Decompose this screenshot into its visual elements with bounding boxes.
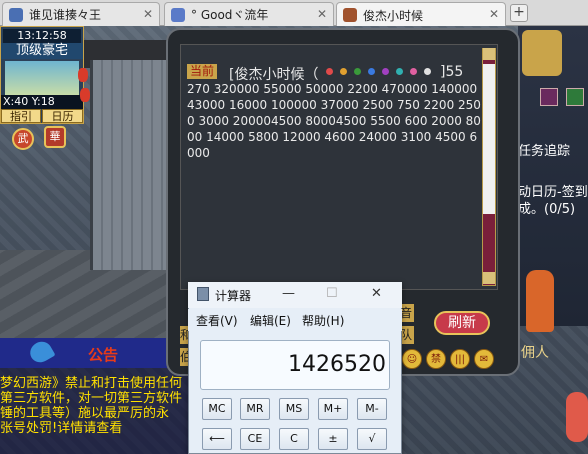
sqrt-button[interactable]: √ xyxy=(357,428,387,450)
location-picture xyxy=(5,61,79,95)
player-portrait[interactable] xyxy=(522,30,562,76)
menu-help[interactable]: 帮助(H) xyxy=(302,312,344,329)
tab-label: ° Goodヾ流年 xyxy=(191,8,269,22)
refresh-button[interactable]: 刷新 xyxy=(434,311,490,335)
npc-servant[interactable] xyxy=(526,270,554,332)
calculator-icon xyxy=(197,287,209,301)
mc-button[interactable]: MC xyxy=(202,398,232,420)
hua-button[interactable]: 華 xyxy=(44,126,66,148)
scroll-up-button[interactable] xyxy=(483,48,495,60)
scroll-thumb[interactable] xyxy=(483,64,495,214)
minimize-button[interactable]: — xyxy=(282,286,295,301)
wu-button[interactable]: 武 xyxy=(12,128,34,150)
gem-icon xyxy=(382,68,389,75)
menu-view[interactable]: 查看(V) xyxy=(196,312,238,329)
channel-tag: 当前 xyxy=(187,64,218,79)
browser-tab-1[interactable]: 谁见谁揍々王 ✕ xyxy=(2,2,160,26)
announcement-text: 梦幻西游》禁止和打击使用任何 第三方软件，对一切第三方软件 锤的工具等）施以最严… xyxy=(0,376,183,436)
m-plus-button[interactable]: M+ xyxy=(318,398,348,420)
close-button[interactable]: ✕ xyxy=(371,286,382,301)
ce-button[interactable]: CE xyxy=(240,428,270,450)
calendar-button[interactable]: 日历 xyxy=(42,109,83,123)
character-avatar-icon xyxy=(9,7,23,22)
bars-icon[interactable]: ||| xyxy=(450,349,470,369)
ms-button[interactable]: MS xyxy=(279,398,309,420)
tab-label: 谁见谁揍々王 xyxy=(29,8,102,22)
character-avatar-icon xyxy=(343,8,357,22)
maximize-button[interactable]: ☐ xyxy=(326,286,338,301)
right-menu-icon[interactable] xyxy=(540,88,558,106)
m-minus-button[interactable]: M- xyxy=(357,398,387,420)
gem-icon xyxy=(340,68,347,75)
browser-tab-2[interactable]: ° Goodヾ流年 ✕ xyxy=(164,2,334,26)
close-icon[interactable]: ✕ xyxy=(143,7,153,21)
browser-tab-bar: 谁见谁揍々王 ✕ ° Goodヾ流年 ✕ 俊杰小时候 ✕ + xyxy=(0,0,588,27)
new-tab-button[interactable]: + xyxy=(510,4,528,22)
scroll-down-button[interactable] xyxy=(483,272,495,284)
browser-tab-3[interactable]: 俊杰小时候 ✕ xyxy=(336,2,506,27)
gem-icon xyxy=(410,68,417,75)
backspace-button[interactable]: ⟵ xyxy=(202,428,232,450)
close-icon[interactable]: ✕ xyxy=(489,7,499,21)
calculator-title: 计算器 xyxy=(215,289,252,303)
gem-icon xyxy=(354,68,361,75)
lantern-icon xyxy=(80,88,90,102)
gem-icon xyxy=(368,68,375,75)
gem-icon xyxy=(396,68,403,75)
right-menu-icon[interactable] xyxy=(566,88,584,106)
chat-message: 270 320000 55000 50000 2200 470000 14000… xyxy=(187,82,481,160)
lantern-icon xyxy=(78,68,88,82)
location-name: 顶级豪宅 xyxy=(1,43,83,59)
mail-icon[interactable]: ✉ xyxy=(474,349,494,369)
npc-figure[interactable] xyxy=(566,392,588,442)
minimap[interactable]: 13:12:58 顶级豪宅 X:40 Y:18 指引 日历 xyxy=(0,26,84,124)
mr-button[interactable]: MR xyxy=(240,398,270,420)
emote-icon[interactable]: ☺ xyxy=(402,349,422,369)
menu-edit[interactable]: 编辑(E) xyxy=(250,312,291,329)
calculator-value: 1426520 xyxy=(288,352,386,377)
ban-icon[interactable]: 禁 xyxy=(426,349,446,369)
close-icon[interactable]: ✕ xyxy=(317,7,327,21)
task-tracker-title[interactable]: 任务追踪 xyxy=(518,140,588,159)
game-clock: 13:12:58 xyxy=(3,29,81,43)
guide-button[interactable]: 指引 xyxy=(1,109,41,123)
announcement-title: 公告 xyxy=(88,346,119,364)
c-button[interactable]: C xyxy=(279,428,309,450)
sender-suffix: ]55 xyxy=(440,64,464,80)
task-detail[interactable]: 动日历-签到 成。(0/5) xyxy=(518,184,588,218)
npc-label: 佣人 xyxy=(521,345,549,361)
gem-icon xyxy=(326,68,333,75)
sign-toggle-button[interactable]: ± xyxy=(318,428,348,450)
tab-label: 俊杰小时候 xyxy=(363,8,424,23)
character-avatar-icon xyxy=(171,7,185,22)
coordinates: X:40 Y:18 xyxy=(1,95,83,109)
gem-icon xyxy=(424,68,431,75)
